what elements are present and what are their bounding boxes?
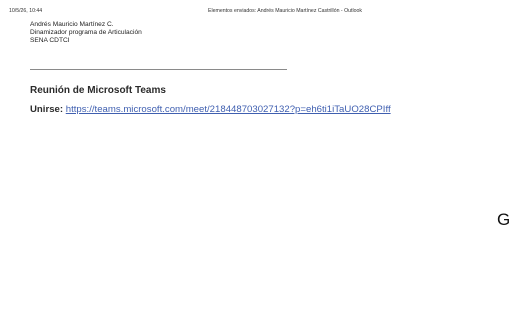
signature-role: Dinamizador programa de Articulación xyxy=(30,29,142,37)
join-link[interactable]: https://teams.microsoft.com/meet/2184487… xyxy=(66,104,391,115)
signature-org: SENA CDTCI xyxy=(30,37,70,45)
stray-glyph: G xyxy=(497,210,511,229)
meeting-title: Reunión de Microsoft Teams xyxy=(30,85,166,96)
print-header: 10/5/26, 10:44 Elementos enviados: André… xyxy=(9,8,505,18)
join-label: Unirse: xyxy=(30,104,64,115)
separator-line xyxy=(30,69,287,70)
email-signature: Andrés Mauricio Martínez C. Dinamizador … xyxy=(30,21,142,45)
join-line: Unirse: https://teams.microsoft.com/meet… xyxy=(30,104,391,115)
signature-name: Andrés Mauricio Martínez C. xyxy=(30,21,114,28)
print-title: Elementos enviados: Andrés Mauricio Mart… xyxy=(208,8,362,14)
print-datetime: 10/5/26, 10:44 xyxy=(9,8,43,14)
